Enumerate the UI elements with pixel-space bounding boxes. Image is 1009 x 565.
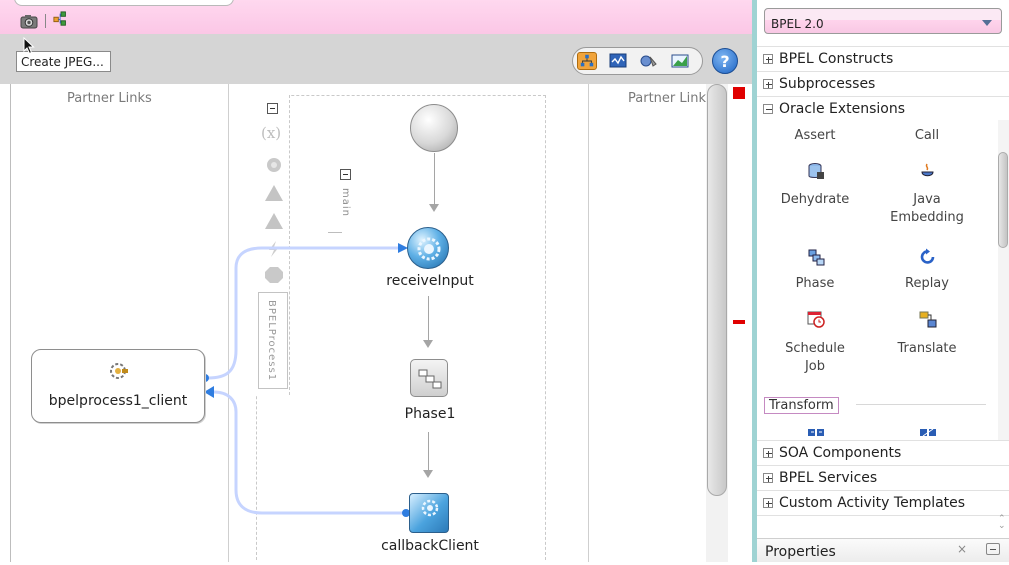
palette-section-custom-templates[interactable]: Custom Activity Templates xyxy=(757,490,1009,515)
invoke-activity[interactable] xyxy=(409,493,449,533)
palette-section-bpel-constructs[interactable]: BPEL Constructs xyxy=(757,46,1009,71)
receive-activity[interactable] xyxy=(407,227,449,269)
section-label: Custom Activity Templates xyxy=(779,495,966,511)
schedule-job-label-line2: Job xyxy=(804,359,826,374)
properties-title: Properties xyxy=(765,544,836,560)
process-start-node[interactable] xyxy=(410,104,458,152)
palette-bottom-spacer xyxy=(757,515,1009,538)
dehydrate-icon[interactable] xyxy=(807,162,825,180)
expand-icon xyxy=(763,473,773,483)
category-divider xyxy=(856,404,986,405)
oracle-extensions-items: Assert Call Dehydrate Java Embedding Pha… xyxy=(757,120,997,440)
palette-scrollbar-thumb[interactable] xyxy=(998,152,1008,248)
canvas-scrollbar-thumb[interactable] xyxy=(707,84,727,496)
expand-icon xyxy=(763,498,773,508)
palette-section-soa-components[interactable]: SOA Components xyxy=(757,440,1009,465)
java-embedding-icon[interactable] xyxy=(919,162,937,180)
transform-category-label: Transform xyxy=(764,397,839,414)
section-label: SOA Components xyxy=(779,445,902,461)
collapse-icon xyxy=(763,104,773,114)
schedule-job-label-line1: Schedule xyxy=(785,341,845,356)
replay-icon[interactable] xyxy=(919,248,937,266)
phase-icon[interactable] xyxy=(807,248,825,266)
expand-icon xyxy=(763,79,773,89)
bpel-version-value: BPEL 2.0 xyxy=(771,17,824,31)
palette-section-subprocesses[interactable]: Subprocesses xyxy=(757,71,1009,96)
expand-icon xyxy=(763,448,773,458)
palette-item-schedule-job[interactable]: Schedule Job xyxy=(769,340,861,376)
section-label: Subprocesses xyxy=(779,76,876,92)
transform-icon[interactable] xyxy=(807,426,825,440)
palette-section-oracle-extensions[interactable]: Oracle Extensions xyxy=(757,96,1009,121)
bpel-design-canvas[interactable]: ? Partner Links Partner Links (x) BPELPr… xyxy=(0,0,752,562)
palette-item-phase[interactable]: Phase xyxy=(769,275,861,293)
scroll-arrows-icon[interactable]: ⌃ ⌄ xyxy=(998,515,1006,531)
palette-section-bpel-services[interactable]: BPEL Services xyxy=(757,465,1009,490)
section-label: BPEL Services xyxy=(779,470,878,486)
replace-icon[interactable] xyxy=(919,426,937,440)
service-gear-icon xyxy=(110,363,128,379)
phase-icon xyxy=(418,369,442,389)
bpel-version-select[interactable]: BPEL 2.0 xyxy=(764,8,1002,34)
close-icon[interactable]: × xyxy=(957,542,967,556)
error-marker[interactable] xyxy=(733,87,745,99)
chevron-down-icon xyxy=(982,20,992,26)
java-embedding-label-line1: Java xyxy=(913,192,941,207)
phase-activity-label: Phase1 xyxy=(404,406,456,422)
mouse-cursor-icon xyxy=(23,37,35,55)
palette-item-replay[interactable]: Replay xyxy=(881,275,973,293)
gear-icon xyxy=(421,499,439,517)
error-marker[interactable] xyxy=(733,320,745,324)
partner-link-box[interactable] xyxy=(31,349,205,423)
receive-activity-label: receiveInput xyxy=(386,273,474,289)
palette-item-call[interactable]: Call xyxy=(881,127,973,145)
translate-icon[interactable] xyxy=(919,310,937,328)
palette-item-assert[interactable]: Assert xyxy=(769,127,861,145)
partner-link-label: bpelprocess1_client xyxy=(48,393,188,409)
palette-item-java-embedding[interactable]: Java Embedding xyxy=(881,191,973,227)
expand-icon xyxy=(763,54,773,64)
section-label: BPEL Constructs xyxy=(779,51,894,67)
schedule-job-icon[interactable] xyxy=(807,310,825,328)
phase-activity[interactable] xyxy=(410,359,448,397)
properties-panel-header[interactable]: Properties xyxy=(757,538,1009,562)
invoke-activity-label: callbackClient xyxy=(381,538,479,554)
gear-icon xyxy=(417,237,441,261)
java-embedding-label-line2: Embedding xyxy=(890,210,964,225)
palette-item-dehydrate[interactable]: Dehydrate xyxy=(769,191,861,209)
minimize-icon[interactable] xyxy=(986,543,1000,555)
section-label: Oracle Extensions xyxy=(779,101,906,117)
palette-item-translate[interactable]: Translate xyxy=(881,340,973,358)
